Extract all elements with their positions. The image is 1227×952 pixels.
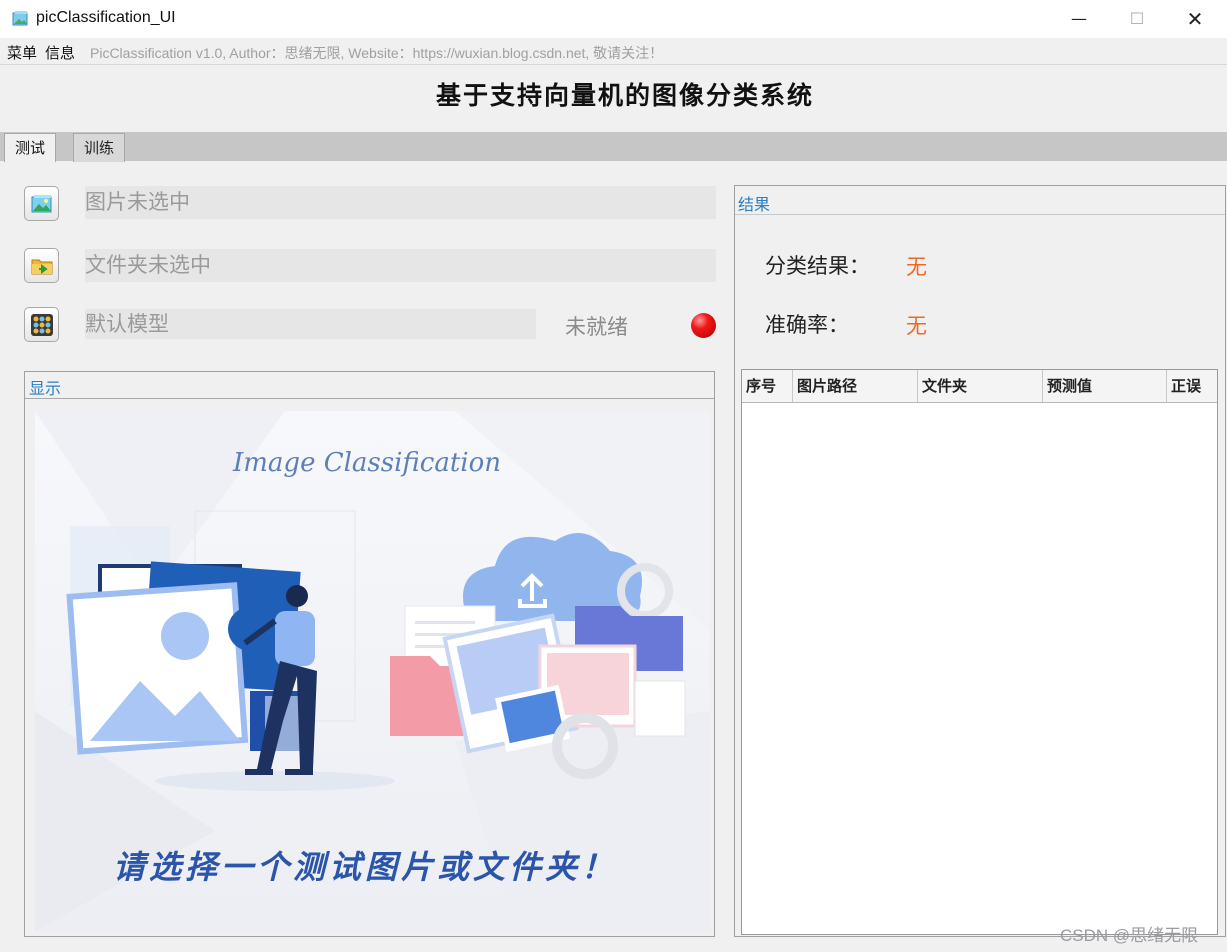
display-group-title: 显示: [29, 379, 62, 398]
folder-path-field[interactable]: 文件夹未选中: [85, 249, 716, 282]
column-header-folder[interactable]: 文件夹: [918, 370, 1043, 402]
class-result-value: 无: [906, 255, 927, 279]
select-model-button[interactable]: [24, 307, 59, 342]
menu-info-text: PicClassification v1.0, Author：思绪无限, Web…: [90, 45, 664, 61]
column-header-index[interactable]: 序号: [742, 370, 793, 402]
title-bar: [0, 0, 1227, 38]
class-result-label: 分类结果：: [765, 254, 870, 278]
display-image: Image Classification 请选择一个测试图片或文件夹！: [35, 411, 710, 931]
maximize-button[interactable]: ☐: [1108, 0, 1166, 38]
image-title-text: Image Classification: [232, 448, 501, 478]
page-title: 基于支持向量机的图像分类系统: [435, 81, 814, 110]
status-indicator-icon: [691, 313, 716, 338]
model-path-field[interactable]: 默认模型: [85, 309, 536, 339]
results-table[interactable]: [741, 369, 1218, 935]
picture-path-field[interactable]: 图片未选中: [85, 186, 716, 219]
select-picture-button[interactable]: [24, 186, 59, 221]
tab-train[interactable]: 训练: [73, 133, 126, 162]
app-icon: [12, 10, 29, 27]
model-status-text: 未就绪: [565, 315, 628, 339]
menu-item-xinxi[interactable]: 信息: [45, 42, 75, 63]
accuracy-value: 无: [906, 314, 927, 338]
csdn-watermark: CSDN @思绪无限: [1060, 926, 1199, 945]
result-divider: [735, 214, 1225, 215]
tab-bar: [0, 132, 1227, 161]
menu-item-caidan[interactable]: 菜单: [7, 42, 37, 63]
result-group-title: 结果: [738, 195, 771, 214]
model-grid-icon: [31, 314, 53, 336]
minimize-button[interactable]: —: [1050, 0, 1108, 38]
window-title: picClassification_UI: [36, 9, 176, 26]
tab-test[interactable]: 测试: [4, 133, 57, 162]
column-header-correct[interactable]: 正误: [1167, 370, 1217, 402]
picture-icon: [31, 195, 52, 213]
select-folder-button[interactable]: [24, 248, 59, 283]
image-caption-text: 请选择一个测试图片或文件夹！: [113, 848, 617, 886]
column-header-path[interactable]: 图片路径: [793, 370, 918, 402]
close-button[interactable]: ✕: [1166, 0, 1224, 38]
folder-icon: [31, 259, 53, 275]
accuracy-label: 准确率：: [765, 313, 849, 337]
display-divider: [25, 398, 714, 399]
column-header-prediction[interactable]: 预测值: [1043, 370, 1167, 402]
